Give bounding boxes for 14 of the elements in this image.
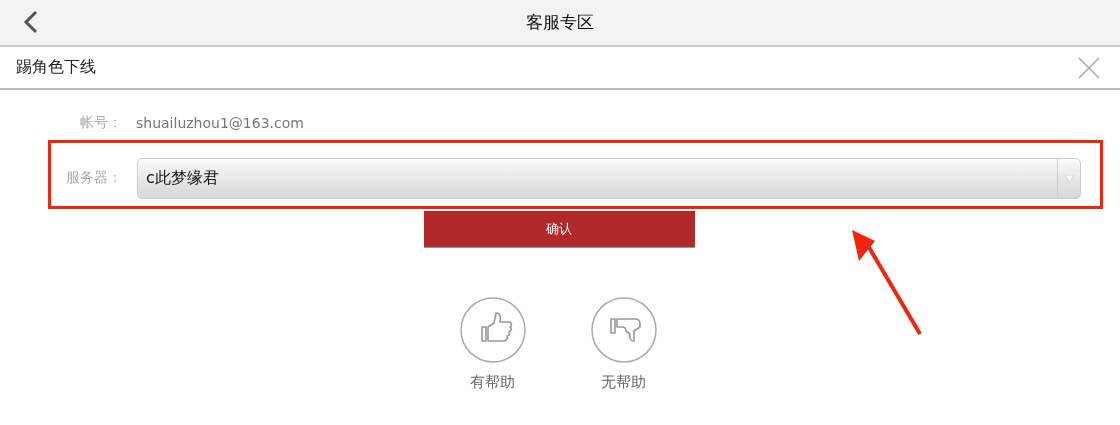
feedback-label[interactable]: 有帮助 — [470, 373, 515, 392]
confirm-button[interactable]: 确认 — [423, 211, 695, 247]
thumbs-down-icon[interactable] — [590, 297, 657, 363]
page-title: 客服专区 — [526, 11, 594, 34]
caret-icon — [1064, 174, 1074, 182]
feedback-label[interactable]: 无帮助 — [601, 373, 646, 392]
field-label: 帐号： — [79, 114, 122, 132]
panel-title: 踢角色下线 — [16, 57, 96, 78]
server-dropdown[interactable]: c此梦缘君 — [137, 157, 1081, 199]
thumbs-up-icon[interactable] — [459, 297, 526, 363]
back-icon[interactable] — [22, 10, 40, 34]
account-value: shuailuzhou1@163.com — [136, 115, 304, 131]
field-label: 服务器： — [65, 169, 122, 187]
close-icon[interactable] — [1078, 56, 1100, 79]
